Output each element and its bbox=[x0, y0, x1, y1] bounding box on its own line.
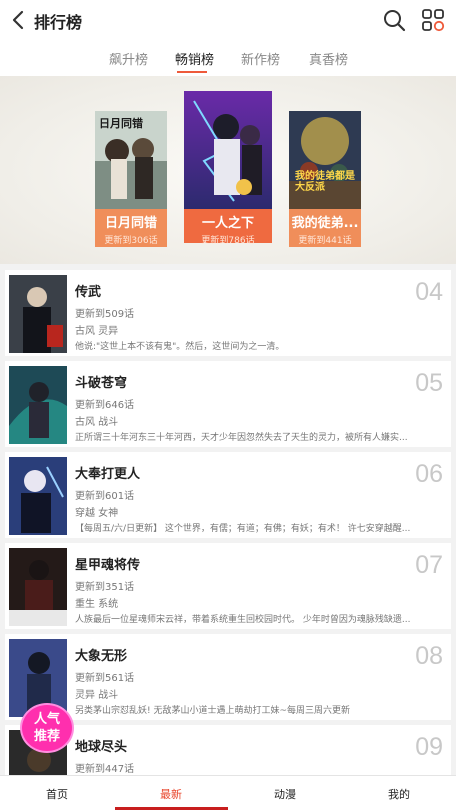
rank-number: 09 bbox=[415, 733, 443, 761]
comic-update: 更新到786话 bbox=[201, 236, 255, 246]
comic-tags: 灵异 战斗 bbox=[75, 690, 119, 701]
popular-recommend-badge[interactable]: 人气 推荐 bbox=[20, 703, 74, 753]
nav-home[interactable]: 首页 bbox=[46, 786, 68, 802]
comic-description: 另类茅山宗怼乱妖! 无敌茅山小道士遇上萌劫打工妹~每周三周六更新 bbox=[75, 706, 351, 716]
comic-update: 更新到306话 bbox=[104, 236, 158, 246]
tab-rising[interactable]: 飙升榜 bbox=[109, 49, 148, 68]
top-comic-card[interactable]: 一人之下 更新到786话 bbox=[184, 91, 272, 246]
badge-line-2: 推荐 bbox=[33, 729, 60, 744]
cover-title-art: 我的徒弟都是大反派 bbox=[295, 171, 355, 193]
list-item[interactable]: 斗破苍穹 更新到646话 古风 战斗 正所谓三十年河东三十年河西，天才少年因忽然… bbox=[5, 361, 451, 447]
nav-anime[interactable]: 动漫 bbox=[274, 786, 296, 802]
ranking-tabs: 飙升榜 畅销榜 新作榜 真香榜 bbox=[0, 40, 456, 76]
comic-thumbnail bbox=[9, 275, 67, 353]
comic-title: 地球尽头 bbox=[75, 740, 128, 755]
comic-update: 更新到646话 bbox=[75, 400, 135, 411]
active-tab-indicator bbox=[177, 71, 207, 73]
category-grid-icon[interactable] bbox=[421, 8, 445, 32]
comic-update: 更新到561话 bbox=[75, 673, 135, 684]
comic-description: 正所谓三十年河东三十年河西，天才少年因忽然失去了天生的灵力，被所有人嫌实... bbox=[75, 433, 408, 443]
rank-number: 04 bbox=[415, 278, 443, 306]
rank-number: 06 bbox=[415, 460, 443, 488]
top-comic-label: 一人之下 更新到786话 bbox=[184, 209, 272, 246]
comic-update: 更新到441话 bbox=[298, 236, 352, 246]
page-title: 排行榜 bbox=[34, 13, 83, 32]
active-nav-indicator bbox=[115, 807, 228, 810]
comic-cover: 日月同错 bbox=[95, 111, 167, 209]
top-comic-card[interactable]: 日月同错 日月同错 更新到306话 bbox=[95, 111, 167, 247]
comic-title: 我的徒弟... bbox=[291, 216, 359, 231]
comic-title: 传武 bbox=[75, 285, 102, 300]
top-bar: 排行榜 bbox=[0, 0, 456, 40]
comic-tags: 古风 灵异 bbox=[75, 326, 119, 337]
comic-cover: 我的徒弟都是大反派 bbox=[289, 111, 361, 209]
comic-thumbnail bbox=[9, 548, 67, 626]
cover-title-art: 日月同错 bbox=[99, 117, 143, 130]
comic-update: 更新到509话 bbox=[75, 309, 135, 320]
rank-number: 05 bbox=[415, 369, 443, 397]
list-item[interactable]: 星甲魂将传 更新到351话 重生 系统 人族最后一位星魂师宋云祥，带着系统重生回… bbox=[5, 543, 451, 629]
tab-bestselling[interactable]: 畅销榜 bbox=[175, 49, 214, 68]
comic-update: 更新到447话 bbox=[75, 764, 135, 775]
comic-description: 人族最后一位星魂师宋云祥，带着系统重生回校园时代。 少年时曾因为魂脉残缺遗... bbox=[75, 615, 411, 625]
comic-title: 大奉打更人 bbox=[75, 467, 141, 482]
nav-mine[interactable]: 我的 bbox=[388, 786, 410, 802]
comic-update: 更新到351话 bbox=[75, 582, 135, 593]
comic-description: 【每周五/六/日更新】 这个世界，有儒；有道；有佛；有妖；有术！ 许七安穿越醒.… bbox=[75, 524, 411, 534]
comic-thumbnail bbox=[9, 366, 67, 444]
comic-cover bbox=[184, 91, 272, 209]
comic-title: 日月同错 bbox=[104, 216, 157, 231]
comic-description: 他说:"这世上本不该有鬼"。然后，这世间为之一清。 bbox=[75, 342, 285, 352]
comic-thumbnail bbox=[9, 457, 67, 535]
comic-tags: 穿越 女神 bbox=[75, 508, 119, 519]
top-comic-label: 我的徒弟... 更新到441话 bbox=[289, 209, 361, 247]
top-comic-label: 日月同错 更新到306话 bbox=[95, 209, 167, 247]
bottom-navigation: 首页 最新 动漫 我的 bbox=[0, 775, 456, 811]
list-item[interactable]: 传武 更新到509话 古风 灵异 他说:"这世上本不该有鬼"。然后，这世间为之一… bbox=[5, 270, 451, 356]
comic-title: 斗破苍穹 bbox=[75, 376, 128, 391]
list-item[interactable]: 大象无形 更新到561话 灵异 战斗 另类茅山宗怼乱妖! 无敌茅山小道士遇上萌劫… bbox=[5, 634, 451, 720]
top-three-banner: 日月同错 日月同错 更新到306话 一人之下 更新到786话 我的徒弟都是大反派… bbox=[0, 76, 456, 264]
comic-tags: 重生 系统 bbox=[75, 599, 119, 610]
top-comic-card[interactable]: 我的徒弟都是大反派 我的徒弟... 更新到441话 bbox=[289, 111, 361, 247]
search-icon[interactable] bbox=[382, 8, 406, 32]
tab-popular[interactable]: 真香榜 bbox=[309, 49, 348, 68]
comic-tags: 古风 战斗 bbox=[75, 417, 119, 428]
comic-title: 星甲魂将传 bbox=[75, 558, 141, 573]
nav-latest[interactable]: 最新 bbox=[160, 786, 182, 802]
list-item[interactable]: 大奉打更人 更新到601话 穿越 女神 【每周五/六/日更新】 这个世界，有儒；… bbox=[5, 452, 451, 538]
comic-update: 更新到601话 bbox=[75, 491, 135, 502]
comic-title: 一人之下 bbox=[201, 216, 254, 231]
tab-new[interactable]: 新作榜 bbox=[241, 49, 280, 68]
rank-number: 07 bbox=[415, 551, 443, 579]
back-arrow-icon[interactable] bbox=[8, 8, 30, 32]
comic-title: 大象无形 bbox=[75, 649, 128, 664]
badge-line-1: 人气 bbox=[33, 712, 60, 727]
rank-number: 08 bbox=[415, 642, 443, 670]
